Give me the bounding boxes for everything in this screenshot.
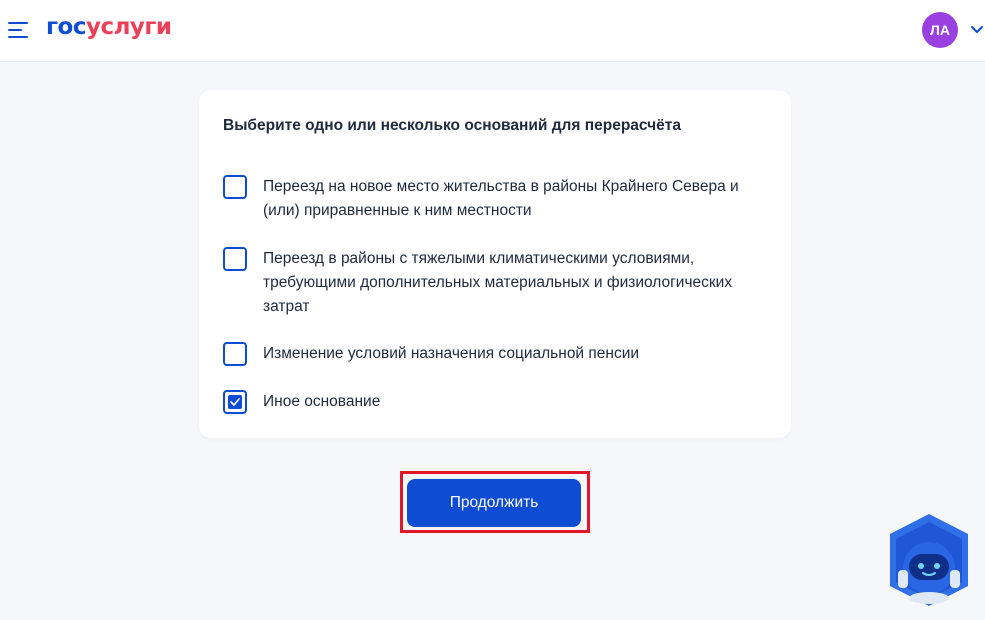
option-social-pension-change[interactable]: Изменение условий назначения социальной … (221, 342, 761, 366)
hamburger-menu-icon[interactable] (8, 22, 30, 40)
option-move-far-north[interactable]: Переезд на новое место жительства в райо… (221, 175, 761, 223)
option-label: Иное основание (263, 393, 381, 410)
recalculation-reasons-card: Выберите одно или несколько оснований дл… (199, 90, 791, 438)
checkmark-icon (228, 395, 242, 409)
form-title: Выберите одно или несколько оснований дл… (223, 117, 681, 134)
logo-part-uslugi: услуги (85, 14, 172, 40)
option-label: Переезд на новое место жительства в райо… (263, 178, 739, 219)
checkbox[interactable] (223, 342, 247, 366)
checkbox-checked[interactable] (223, 390, 247, 414)
option-label: Переезд в районы с тяжелыми климатически… (263, 250, 733, 315)
checkbox[interactable] (223, 247, 247, 271)
top-header: госуслуги ЛА (0, 0, 985, 62)
gosuslugi-logo[interactable]: госуслуги (46, 14, 172, 40)
user-avatar[interactable]: ЛА (922, 12, 958, 48)
chevron-down-icon[interactable] (970, 25, 984, 35)
option-label: Изменение условий назначения социальной … (263, 345, 640, 362)
option-move-harsh-climate[interactable]: Переезд в районы с тяжелыми климатически… (221, 247, 761, 319)
logo-part-gos: гос (46, 14, 86, 40)
option-other-reason[interactable]: Иное основание (221, 390, 761, 414)
checkbox[interactable] (223, 175, 247, 199)
robot-assistant-icon[interactable] (884, 512, 974, 608)
continue-button[interactable]: Продолжить (407, 479, 581, 527)
